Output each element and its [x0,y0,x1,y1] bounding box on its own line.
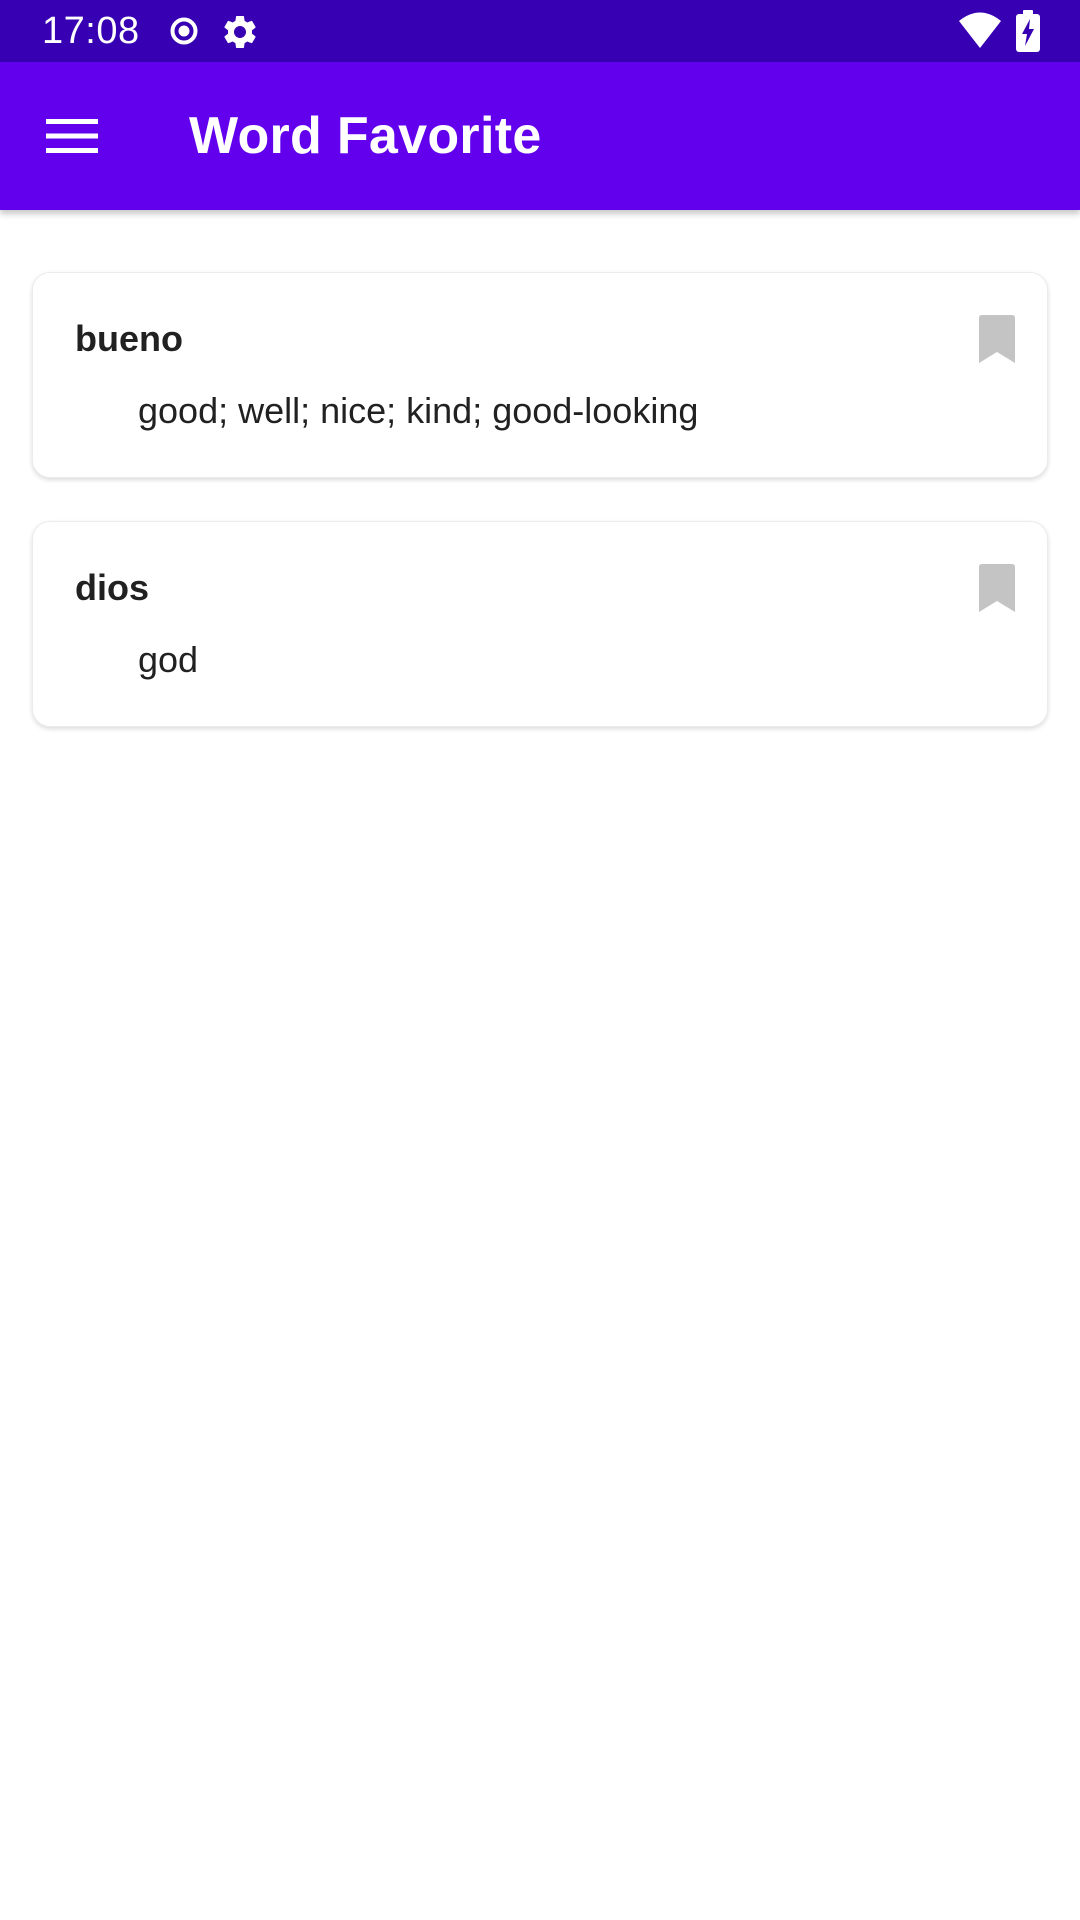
word-card[interactable]: bueno good; well; nice; kind; good-looki… [32,272,1048,478]
status-time: 17:08 [42,10,140,52]
bookmark-icon [979,564,1015,612]
app-bar: Word Favorite [0,62,1080,210]
page-title: Word Favorite [189,107,542,165]
meaning-text: good; well; nice; kind; good-looking [138,390,699,431]
record-icon [170,17,198,45]
status-bar: 17:08 [0,0,1080,62]
settings-gear-icon [224,15,256,48]
menu-button[interactable] [36,100,108,172]
word-text: dios [75,567,150,608]
battery-charging-icon [1016,10,1040,52]
bookmark-button[interactable] [965,315,1029,379]
word-card[interactable]: dios god [32,521,1048,727]
meaning-text: god [138,639,199,680]
hamburger-menu-icon [46,119,98,153]
wifi-icon [959,12,1001,48]
bookmark-button[interactable] [965,564,1029,628]
bookmark-icon [979,315,1015,363]
word-text: bueno [75,318,183,359]
